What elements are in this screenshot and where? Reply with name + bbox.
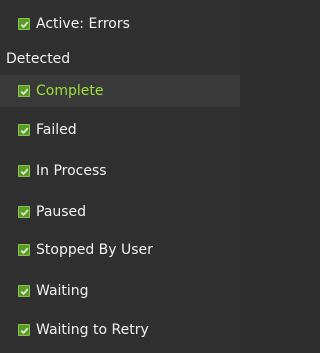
checkbox-checked-icon[interactable] bbox=[18, 85, 30, 97]
filter-item-complete[interactable]: Complete bbox=[0, 75, 240, 107]
filter-item-label: In Process bbox=[36, 163, 107, 179]
filter-item-stopped-by-user[interactable]: Stopped By User bbox=[0, 235, 240, 265]
filter-item-paused[interactable]: Paused bbox=[0, 197, 240, 227]
checkbox-checked-icon[interactable] bbox=[18, 285, 30, 297]
filter-item-waiting[interactable]: Waiting bbox=[0, 276, 240, 306]
checkbox-checked-icon[interactable] bbox=[18, 124, 30, 136]
filter-item-in-process[interactable]: In Process bbox=[0, 156, 240, 186]
filter-item-label: Waiting bbox=[36, 283, 89, 299]
checkbox-checked-icon[interactable] bbox=[18, 244, 30, 256]
filter-item-label: Complete bbox=[36, 83, 104, 99]
filter-item-active-errors-detected[interactable]: Active: Errors bbox=[0, 12, 240, 36]
filter-item-label: Failed bbox=[36, 122, 77, 138]
filter-item-waiting-to-retry[interactable]: Waiting to Retry bbox=[0, 315, 240, 345]
filter-item-label: Active: Errors bbox=[36, 16, 130, 32]
checkbox-checked-icon[interactable] bbox=[18, 324, 30, 336]
checkbox-checked-icon[interactable] bbox=[18, 206, 30, 218]
filter-item-label: Waiting to Retry bbox=[36, 322, 149, 338]
status-filter-menu: Active: Errors Detected Complete Failed … bbox=[0, 0, 240, 353]
checkbox-checked-icon[interactable] bbox=[18, 18, 30, 30]
checkbox-checked-icon[interactable] bbox=[18, 165, 30, 177]
filter-item-label-continued: Detected bbox=[6, 51, 71, 67]
filter-item-label: Stopped By User bbox=[36, 242, 153, 258]
filter-item-failed[interactable]: Failed bbox=[0, 115, 240, 145]
filter-item-label: Paused bbox=[36, 204, 87, 220]
